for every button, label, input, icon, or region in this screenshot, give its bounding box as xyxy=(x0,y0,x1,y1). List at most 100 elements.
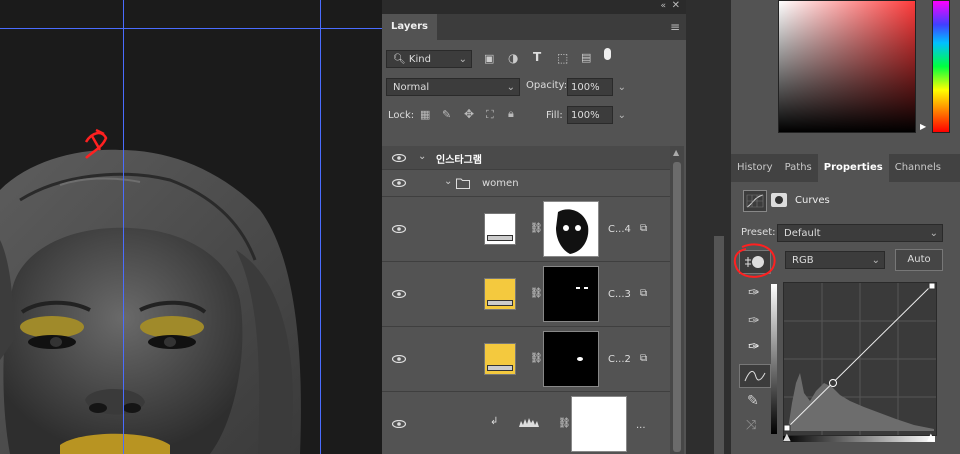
tab-paths[interactable]: Paths xyxy=(779,154,818,182)
link-icon[interactable]: ⛓ xyxy=(530,223,543,234)
search-icon: 🔍︎ xyxy=(393,54,406,65)
fill-field[interactable]: 100% ⌄ xyxy=(567,106,626,124)
curves-adjustment-icon[interactable] xyxy=(743,190,767,212)
smart-filter-icon: ⧉ xyxy=(640,223,648,234)
chevron-down-icon[interactable]: ⌄ xyxy=(418,151,426,162)
guide-horizontal[interactable] xyxy=(0,28,382,29)
lock-label: Lock: xyxy=(388,110,415,121)
layer-name: C...3 xyxy=(608,289,631,300)
opacity-field[interactable]: 100% ⌄ xyxy=(567,78,626,96)
lock-position-icon[interactable]: ✥ xyxy=(464,107,474,121)
smart-filter-icon: ⧉ xyxy=(640,288,648,299)
tab-layers[interactable]: Layers xyxy=(382,14,437,40)
adjustment-filter-icon[interactable]: ◑ xyxy=(508,51,518,65)
guide-vertical[interactable] xyxy=(320,0,321,454)
filter-toggle-icon[interactable] xyxy=(604,48,611,60)
chevron-down-icon[interactable]: ⌄ xyxy=(618,79,626,97)
document-canvas[interactable] xyxy=(0,0,382,454)
white-point-eyedropper-icon[interactable]: ✑ xyxy=(748,339,760,355)
layer-row[interactable]: ↲ ⛓ ... xyxy=(382,392,670,454)
visibility-eye-icon[interactable] xyxy=(392,225,406,233)
black-point-eyedropper-icon[interactable]: ✑ xyxy=(748,285,760,301)
blend-mode-select[interactable]: Normal ⌄ xyxy=(386,78,520,96)
lock-artboard-icon[interactable]: ⛶ xyxy=(486,108,494,122)
panel-titlebar[interactable]: « ✕ xyxy=(382,0,686,14)
channel-value: RGB xyxy=(792,255,814,266)
curves-graph[interactable] xyxy=(783,282,937,436)
layer-list: ⌄ 인스타그램 ⌄ women ⛓ C...4 ⧉ ⛓ C...3 ⧉ ⛓ C.… xyxy=(382,132,686,454)
mask-properties-icon[interactable] xyxy=(771,193,787,207)
visibility-eye-icon[interactable] xyxy=(392,290,406,298)
dock-scrollbar[interactable] xyxy=(714,236,724,454)
opacity-value: 100% xyxy=(571,82,600,93)
smart-filter-icon: ⧉ xyxy=(640,353,648,364)
lock-transparent-icon[interactable]: ▦ xyxy=(420,108,430,121)
layers-scrollbar[interactable]: ▲ xyxy=(670,146,684,454)
tab-history[interactable]: History xyxy=(731,154,779,182)
photo-woman-hijab xyxy=(0,0,382,454)
input-gradient-bar xyxy=(771,284,777,434)
scroll-up-icon[interactable]: ▲ xyxy=(673,148,679,157)
link-icon[interactable]: ⛓ xyxy=(530,353,543,364)
layer-mask-thumbnail[interactable] xyxy=(543,331,599,387)
curve-point-mid[interactable] xyxy=(829,379,837,387)
visibility-eye-icon[interactable] xyxy=(392,355,406,363)
preset-select[interactable]: Default ⌄ xyxy=(777,224,943,242)
link-icon[interactable]: ⛓ xyxy=(530,288,543,299)
guide-vertical[interactable] xyxy=(123,0,124,454)
pixel-filter-icon[interactable]: ▣ xyxy=(484,52,494,65)
collapse-icon[interactable]: « xyxy=(660,1,666,11)
layer-name: ... xyxy=(636,420,646,431)
lock-all-icon[interactable]: 🔒︎ xyxy=(508,107,514,121)
visibility-eye-icon[interactable] xyxy=(392,154,406,162)
close-icon[interactable]: ✕ xyxy=(672,0,680,11)
shape-filter-icon[interactable]: ⬚ xyxy=(557,51,568,65)
tab-channels[interactable]: Channels xyxy=(889,154,941,182)
subgroup-name: women xyxy=(482,178,519,189)
layer-mask-thumbnail[interactable] xyxy=(571,396,627,452)
chevron-down-icon: ⌄ xyxy=(458,54,467,65)
chevron-down-icon[interactable]: ⌄ xyxy=(618,107,626,125)
layer-row[interactable]: ⛓ C...2 ⧉ xyxy=(382,327,670,392)
visibility-eye-icon[interactable] xyxy=(392,420,406,428)
visibility-eye-icon[interactable] xyxy=(392,179,406,187)
smart-object-filter-icon[interactable]: ▤ xyxy=(581,51,591,64)
gray-point-eyedropper-icon[interactable]: ✑ xyxy=(748,313,760,329)
layer-group-row[interactable]: ⌄ 인스타그램 xyxy=(382,146,670,170)
layer-mask-thumbnail[interactable] xyxy=(543,266,599,322)
link-icon[interactable]: ⛓ xyxy=(558,418,571,429)
output-gradient-bar xyxy=(783,436,935,442)
curve-point-white[interactable] xyxy=(928,282,936,290)
smooth-curve-icon[interactable]: ⤨ xyxy=(746,418,756,433)
auto-button[interactable]: Auto xyxy=(895,249,943,271)
hue-slider[interactable] xyxy=(932,0,950,133)
black-slider-handle-icon[interactable]: ▲ xyxy=(783,432,791,443)
type-filter-icon[interactable]: T xyxy=(533,50,541,64)
dock-gutter xyxy=(686,0,731,454)
tab-properties[interactable]: Properties xyxy=(817,154,889,182)
layer-thumbnail xyxy=(484,213,516,245)
layers-tabbar: Layers ≡ xyxy=(382,14,686,40)
chevron-down-icon[interactable]: ⌄ xyxy=(444,176,452,187)
preset-value: Default xyxy=(784,228,821,239)
scrollbar-thumb[interactable] xyxy=(673,162,681,452)
right-dock: ▶ History Paths Properties Channels Curves … xyxy=(731,0,960,454)
lock-brush-icon[interactable]: ✎ xyxy=(442,108,451,121)
hue-slider-handle-icon[interactable]: ▶ xyxy=(920,122,926,131)
chevron-down-icon: ⌄ xyxy=(929,228,938,239)
layer-mask-thumbnail[interactable] xyxy=(543,201,599,257)
layer-row[interactable]: ⛓ C...4 ⧉ xyxy=(382,197,670,262)
opacity-label: Opacity: xyxy=(526,80,568,91)
histogram xyxy=(788,373,934,431)
layer-row[interactable]: ⛓ C...3 ⧉ xyxy=(382,262,670,327)
pencil-tool-icon[interactable]: ✎ xyxy=(747,393,759,409)
curve-point-tool[interactable] xyxy=(739,364,771,388)
color-field[interactable] xyxy=(778,0,916,133)
panel-menu-icon[interactable]: ≡ xyxy=(670,20,680,34)
white-slider-handle-icon[interactable]: ▲ xyxy=(927,432,935,443)
channel-select[interactable]: RGB ⌄ xyxy=(785,251,885,269)
filter-kind-select[interactable]: 🔍︎ Kind ⌄ xyxy=(386,50,472,68)
layer-subgroup-row[interactable]: ⌄ women xyxy=(382,170,670,197)
layer-name: C...4 xyxy=(608,224,631,235)
curve-point-black[interactable] xyxy=(783,424,791,432)
